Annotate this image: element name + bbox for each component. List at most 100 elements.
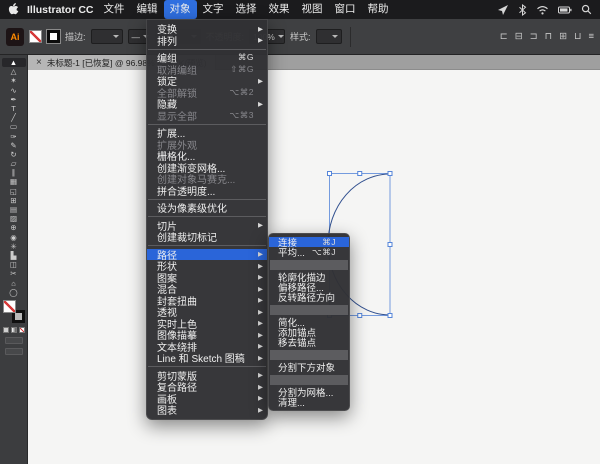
menu-item-label: 拼合透明度... <box>157 186 216 198</box>
menu-item[interactable]: 创建裁切标记 <box>147 231 267 244</box>
none-button[interactable] <box>19 327 25 333</box>
style-label: 样式: <box>290 32 311 42</box>
menu-item[interactable]: 图表 <box>147 404 267 418</box>
color-mode-buttons <box>3 327 25 333</box>
menu-item-label: 显示全部 <box>157 111 197 123</box>
menubar-item[interactable]: 帮助 <box>362 0 395 19</box>
align-bottom-icon[interactable]: ⊔ <box>574 32 581 42</box>
type-tool[interactable]: T <box>2 104 26 113</box>
close-tab-icon[interactable]: × <box>36 57 42 68</box>
align-right-icon[interactable]: ⊐ <box>530 32 538 42</box>
color-button[interactable] <box>3 327 9 333</box>
align-top-icon[interactable]: ⊓ <box>545 32 552 42</box>
menubar-menus: 文件 编辑 对象 文字 选择 效果 视图 窗口 帮助 <box>98 0 395 19</box>
menubar-item[interactable]: 文件 <box>98 0 131 19</box>
direct-selection-tool[interactable]: △ <box>2 67 26 76</box>
submenu-item[interactable]: 移去锚点 <box>269 337 349 349</box>
menubar-item[interactable]: 文字 <box>197 0 230 19</box>
submenu-item[interactable] <box>270 259 348 270</box>
symbol-sprayer-tool[interactable]: ✳ <box>2 242 26 251</box>
lasso-tool[interactable]: ∿ <box>2 86 26 95</box>
hand-tool[interactable]: ⌂ <box>2 279 26 288</box>
menu-item-label: 图表 <box>157 406 177 418</box>
bluetooth-icon[interactable] <box>518 3 527 16</box>
gradient-tool[interactable]: ▨ <box>2 214 26 223</box>
submenu-item[interactable] <box>270 349 348 360</box>
tool-panel-bottom <box>0 295 28 355</box>
stroke-weight-dropdown[interactable] <box>90 29 123 44</box>
send-icon[interactable] <box>497 4 509 16</box>
style-dropdown[interactable] <box>315 29 342 44</box>
menubar-item[interactable]: 编辑 <box>131 0 164 19</box>
free-transform-tool[interactable]: ▦ <box>2 177 26 186</box>
submenu-item[interactable] <box>270 304 348 315</box>
artboard-tool[interactable]: ◫ <box>2 260 26 269</box>
submenu-item[interactable]: 反转路径方向 <box>269 292 349 304</box>
mesh-tool[interactable]: ▤ <box>2 205 26 214</box>
menu-item[interactable]: Line 和 Sketch 图稿 <box>147 352 267 365</box>
menu-item-shortcut: ⇧⌘G <box>230 63 254 74</box>
screen-mode-button[interactable] <box>5 348 23 355</box>
rectangle-tool[interactable]: ▭ <box>2 122 26 131</box>
fill-proxy-swatch-none[interactable] <box>3 300 16 313</box>
align-center-h-icon[interactable]: ⊟ <box>515 32 523 42</box>
selection-tool[interactable]: ▲ <box>1 58 26 68</box>
menubar-item[interactable]: 窗口 <box>329 0 362 19</box>
submenu-arrow-icon <box>254 262 263 270</box>
menubar-item[interactable]: 选择 <box>230 0 263 19</box>
submenu-item-label: 反转路径方向 <box>278 293 336 304</box>
submenu-item[interactable]: 平均... ⌥⌘J <box>269 247 349 260</box>
rotate-tool[interactable]: ↻ <box>2 150 26 159</box>
align-buttons: ⊏ ⊟ ⊐ ⊓ ⊞ ⊔ ≡ <box>500 32 594 42</box>
menubar-item[interactable]: 视图 <box>296 0 329 19</box>
submenu-arrow-icon <box>254 406 263 414</box>
perspective-grid-tool[interactable]: ⊞ <box>2 196 26 205</box>
menubar: Illustrator CC 文件 编辑 对象 文字 选择 效果 视图 窗口 帮… <box>0 0 600 19</box>
menu-item[interactable]: 显示全部 ⌥⌘3 <box>147 110 267 123</box>
align-center-v-icon[interactable]: ⊞ <box>559 32 567 42</box>
illustrator-logo: Ai <box>6 27 24 46</box>
submenu-item-label: 清理... <box>278 398 305 409</box>
menu-item[interactable]: 排列 <box>147 35 267 48</box>
magic-wand-tool[interactable]: ✶ <box>2 76 26 85</box>
submenu-item[interactable]: 分割下方对象 <box>269 362 349 374</box>
submenu-arrow-icon <box>254 331 263 339</box>
align-left-icon[interactable]: ⊏ <box>500 32 508 42</box>
stroke-swatch[interactable] <box>47 30 60 43</box>
wifi-icon[interactable] <box>536 5 549 15</box>
submenu-arrow-icon <box>254 25 263 33</box>
pen-tool[interactable]: ✒ <box>2 95 26 104</box>
spotlight-icon[interactable] <box>581 4 592 15</box>
draw-mode-button[interactable] <box>5 337 23 344</box>
submenu-item[interactable] <box>270 374 348 385</box>
submenu-arrow-icon <box>254 221 263 229</box>
submenu-arrow-icon <box>254 285 263 293</box>
submenu-arrow-icon <box>254 383 263 391</box>
column-graph-tool[interactable]: ▙ <box>2 251 26 260</box>
slice-tool[interactable]: ✂ <box>2 269 26 278</box>
pencil-tool[interactable]: ✎ <box>2 141 26 150</box>
menu-item[interactable]: 拼合透明度... <box>147 185 267 198</box>
menu-item[interactable]: 设为像素级优化 <box>147 202 267 216</box>
shape-builder-tool[interactable]: ◱ <box>2 187 26 196</box>
panel-menu-icon[interactable]: ≡ <box>588 32 594 42</box>
battery-icon[interactable] <box>558 5 572 15</box>
line-segment-tool[interactable]: ╱ <box>2 113 26 122</box>
blend-tool[interactable]: ◉ <box>2 233 26 242</box>
submenu-arrow-icon <box>254 319 263 327</box>
gradient-button[interactable] <box>11 327 17 333</box>
menubar-item[interactable]: 对象 <box>163 0 197 19</box>
submenu-arrow-icon <box>254 77 263 85</box>
menubar-status-area <box>497 3 592 16</box>
menu-item-label: 设为像素级优化 <box>157 204 227 216</box>
eyedropper-tool[interactable]: ⊕ <box>2 223 26 232</box>
width-tool[interactable]: ∥ <box>2 168 26 177</box>
fill-swatch-none[interactable] <box>29 30 42 43</box>
apple-logo-icon[interactable] <box>8 3 19 16</box>
menubar-item[interactable]: 效果 <box>263 0 296 19</box>
paintbrush-tool[interactable]: ✑ <box>2 132 26 141</box>
fill-stroke-indicator[interactable] <box>3 300 25 323</box>
submenu-arrow-icon <box>254 296 263 304</box>
scale-tool[interactable]: ▱ <box>2 159 26 168</box>
app-name: Illustrator CC <box>27 3 94 16</box>
